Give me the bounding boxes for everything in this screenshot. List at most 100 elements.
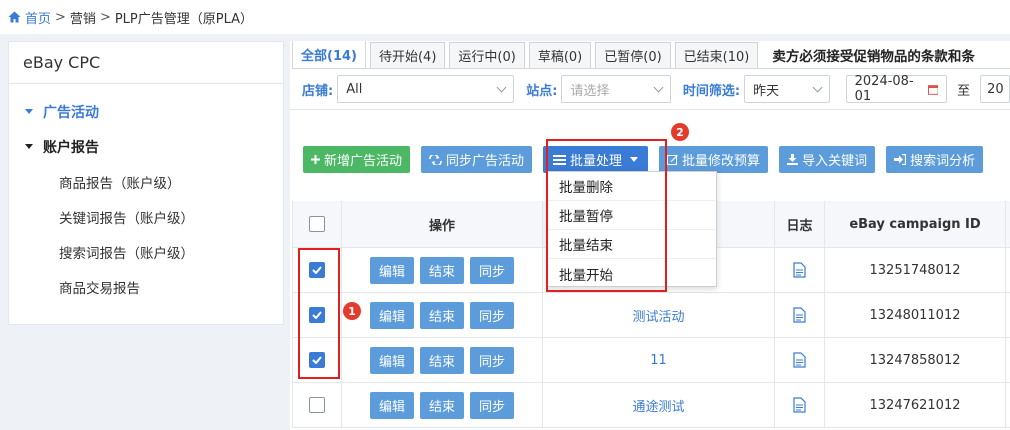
sync-button[interactable]: 同步	[470, 346, 515, 374]
menu-item-batch-pause[interactable]: 批量暂停	[548, 201, 716, 230]
campaign-name-link[interactable]: 11	[650, 353, 667, 368]
sidebar-title: eBay CPC	[9, 42, 283, 84]
date-from-input[interactable]: 2024-08-01	[845, 74, 948, 104]
campaign-name-link[interactable]: 测试活动	[632, 306, 684, 325]
import-keywords-label: 导入关键词	[802, 154, 868, 169]
document-icon[interactable]	[793, 262, 806, 278]
row-name-cell: 通途测试	[543, 383, 775, 427]
sign-in-icon	[894, 154, 907, 165]
chevron-down-icon	[496, 82, 507, 92]
sync-button[interactable]: 同步	[470, 256, 515, 284]
site-label: 站点:	[526, 83, 558, 99]
breadcrumb-home[interactable]: 首页	[8, 8, 51, 27]
batch-action-label: 批量处理	[570, 154, 623, 169]
row-checkbox[interactable]	[309, 397, 325, 413]
row-ops: 编辑 结束 同步	[342, 248, 543, 292]
annotation-badge: 1	[343, 302, 361, 320]
end-button[interactable]: 结束	[419, 256, 464, 284]
menu-item-batch-delete[interactable]: 批量删除	[548, 172, 716, 201]
add-campaign-button[interactable]: 新增广告活动	[303, 146, 411, 173]
document-icon[interactable]	[793, 307, 806, 323]
menu-item-batch-end[interactable]: 批量结束	[548, 230, 716, 259]
sidebar: eBay CPC 广告活动 账户报告 商品报告（账户级） 关键词报告（账户级） …	[8, 41, 284, 325]
end-button[interactable]: 结束	[419, 391, 464, 419]
chevron-down-icon	[653, 82, 664, 92]
row-checkbox-cell	[292, 248, 342, 292]
edit-button[interactable]: 编辑	[369, 301, 414, 329]
import-keywords-button[interactable]: 导入关键词	[779, 146, 876, 173]
sidebar-item-product-report[interactable]: 商品报告（账户级）	[9, 164, 283, 199]
edit-button[interactable]: 编辑	[369, 346, 414, 374]
edit-button[interactable]: 编辑	[369, 391, 414, 419]
document-icon[interactable]	[793, 397, 806, 413]
sidebar-group-label: 广告活动	[43, 104, 99, 121]
row-checkbox[interactable]	[309, 262, 325, 278]
menu-item-batch-start[interactable]: 批量开始	[548, 259, 716, 288]
document-icon[interactable]	[793, 352, 806, 368]
batch-action-button[interactable]: 批量处理	[543, 146, 649, 173]
table-row: 编辑 结束 同步 测试活动 13248011012	[292, 293, 1010, 338]
home-icon	[8, 11, 21, 23]
row-checkbox[interactable]	[309, 352, 325, 368]
date-to-value: 20	[987, 81, 1004, 97]
tab-running[interactable]: 运行中(0)	[449, 42, 525, 68]
tab-all[interactable]: 全部(14)	[292, 41, 366, 68]
breadcrumb-separator: >	[55, 9, 66, 25]
sidebar-item-keyword-report[interactable]: 关键词报告（账户级）	[9, 199, 283, 234]
caret-down-icon	[25, 109, 33, 114]
select-all-cell	[292, 201, 342, 247]
search-term-analysis-label: 搜索词分析	[910, 154, 976, 169]
row-extra	[1006, 293, 1010, 337]
sync-campaign-label: 同步广告活动	[446, 154, 525, 169]
tab-draft[interactable]: 草稿(0)	[528, 42, 592, 68]
sync-campaign-button[interactable]: 同步广告活动	[421, 146, 533, 173]
tab-ended[interactable]: 已结束(10)	[674, 42, 759, 68]
caret-down-icon	[25, 144, 33, 149]
date-from-value: 2024-08-01	[854, 74, 914, 104]
batch-action-menu: 批量删除 批量暂停 批量结束 批量开始	[547, 171, 717, 287]
campaign-id: 13248011012	[825, 293, 1006, 337]
row-log-cell	[775, 293, 825, 337]
check-icon	[312, 266, 322, 274]
breadcrumb-marketing[interactable]: 营销	[70, 8, 96, 27]
row-log-cell	[775, 338, 825, 382]
store-label: 店铺:	[302, 83, 334, 99]
batch-edit-budget-button[interactable]: 批量修改预算	[659, 146, 769, 173]
select-all-checkbox[interactable]	[309, 216, 325, 232]
row-checkbox[interactable]	[309, 307, 325, 323]
breadcrumb-home-label: 首页	[25, 11, 52, 27]
annotation-badge: 2	[671, 123, 689, 141]
campaign-name-link[interactable]: 通途测试	[632, 396, 684, 415]
sync-button[interactable]: 同步	[470, 391, 515, 419]
toolbar: 新增广告活动 同步广告活动 批量处理 批量修改预算 导入关键词 搜索词分析	[303, 146, 994, 173]
end-button[interactable]: 结束	[419, 346, 464, 374]
end-button[interactable]: 结束	[419, 301, 464, 329]
sync-icon	[429, 154, 442, 165]
search-term-analysis-button[interactable]: 搜索词分析	[886, 146, 984, 173]
row-extra	[1006, 338, 1010, 382]
row-name-cell: 11	[543, 338, 775, 382]
sync-button[interactable]: 同步	[470, 301, 515, 329]
row-name-cell: 测试活动	[543, 293, 775, 337]
row-checkbox-cell	[292, 338, 342, 382]
tab-paused[interactable]: 已暂停(0)	[595, 42, 671, 68]
campaign-id: 13247858012	[825, 338, 1006, 382]
sidebar-item-transaction-report[interactable]: 商品交易报告	[9, 269, 283, 304]
date-to-separator: 至	[957, 83, 971, 99]
sidebar-group-campaigns[interactable]: 广告活动	[9, 94, 283, 129]
sidebar-item-search-term-report[interactable]: 搜索词报告（账户级）	[9, 234, 283, 269]
caret-down-icon	[630, 157, 639, 162]
date-to-input[interactable]: 20	[980, 75, 1010, 103]
time-filter-label: 时间筛选:	[682, 83, 741, 99]
row-ops: 编辑 结束 同步	[342, 338, 543, 382]
tab-pending[interactable]: 待开始(4)	[369, 42, 446, 68]
sidebar-group-reports[interactable]: 账户报告	[9, 129, 283, 164]
breadcrumb: 首页 > 营销 > PLP广告管理（原PLA）	[0, 0, 1010, 34]
edit-button[interactable]: 编辑	[369, 256, 414, 284]
site-select[interactable]: 请选择	[561, 75, 671, 103]
store-select[interactable]: All	[337, 75, 515, 103]
header-ops: 操作	[342, 201, 543, 247]
terms-notice: 卖方必须接受促销物品的条款和条	[772, 48, 975, 65]
time-filter-select[interactable]: 昨天	[744, 75, 830, 103]
add-campaign-label: 新增广告活动	[324, 154, 403, 169]
